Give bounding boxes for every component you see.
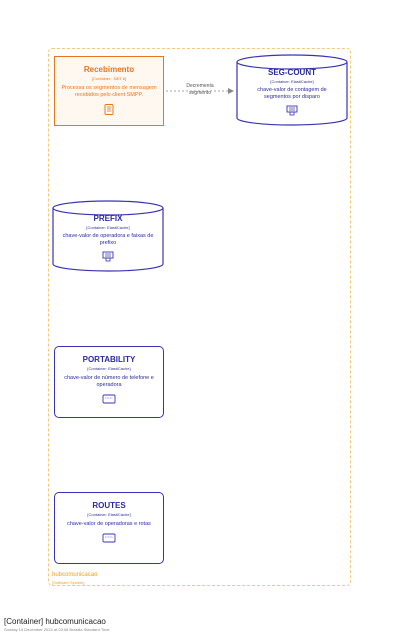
node-title: Recebimento [83, 65, 135, 74]
node-description: Processa os segmentos de mensagem recebi… [61, 85, 157, 99]
node-routes[interactable]: ROUTES [Container: ElastiCache] chave-va… [54, 492, 164, 564]
node-description: chave-valor de contagem de segmentos por… [257, 87, 327, 101]
cache-icon [286, 105, 298, 116]
node-title: PREFIX [93, 214, 123, 223]
node-title: ROUTES [92, 501, 126, 510]
node-title: SEG-COUNT [268, 68, 316, 77]
document-icon [104, 104, 114, 116]
node-prefix[interactable]: PREFIX [Container: ElastiCache] chave-va… [52, 200, 164, 272]
node-seg-count[interactable]: SEG-COUNT [Container: ElastiCache] chave… [236, 54, 348, 126]
node-tech: [Container: .NET 6] [91, 76, 127, 81]
boundary-type: [Software System] [52, 580, 85, 585]
node-tech: [Container: ElastiCache] [270, 79, 314, 84]
cache-icon [102, 394, 116, 404]
cache-icon [102, 533, 116, 543]
node-title: PORTABILITY [82, 355, 136, 364]
node-tech: [Container: ElastiCache] [86, 225, 130, 230]
node-recebimento[interactable]: Recebimento [Container: .NET 6] Processa… [54, 56, 164, 126]
node-description: chave-valor de número de telefone e oper… [64, 375, 154, 389]
cache-icon [102, 251, 114, 262]
node-tech: [Container: ElastiCache] [87, 512, 131, 517]
node-description: chave-valor de operadoras e rotas [67, 521, 151, 527]
edge-label: Decrementa segmento [186, 83, 214, 96]
boundary-name: hubcomunicacao [52, 572, 98, 578]
diagram-title: [Container] hubcomunicacao [4, 617, 106, 626]
node-portability[interactable]: PORTABILITY [Container: ElastiCache] cha… [54, 346, 164, 418]
node-tech: [Container: ElastiCache] [87, 366, 131, 371]
diagram-timestamp: Sunday 15 December 2024 at 03:08 Brasili… [4, 627, 110, 632]
node-description: chave-valor de operadora e faixas de pre… [62, 233, 154, 247]
